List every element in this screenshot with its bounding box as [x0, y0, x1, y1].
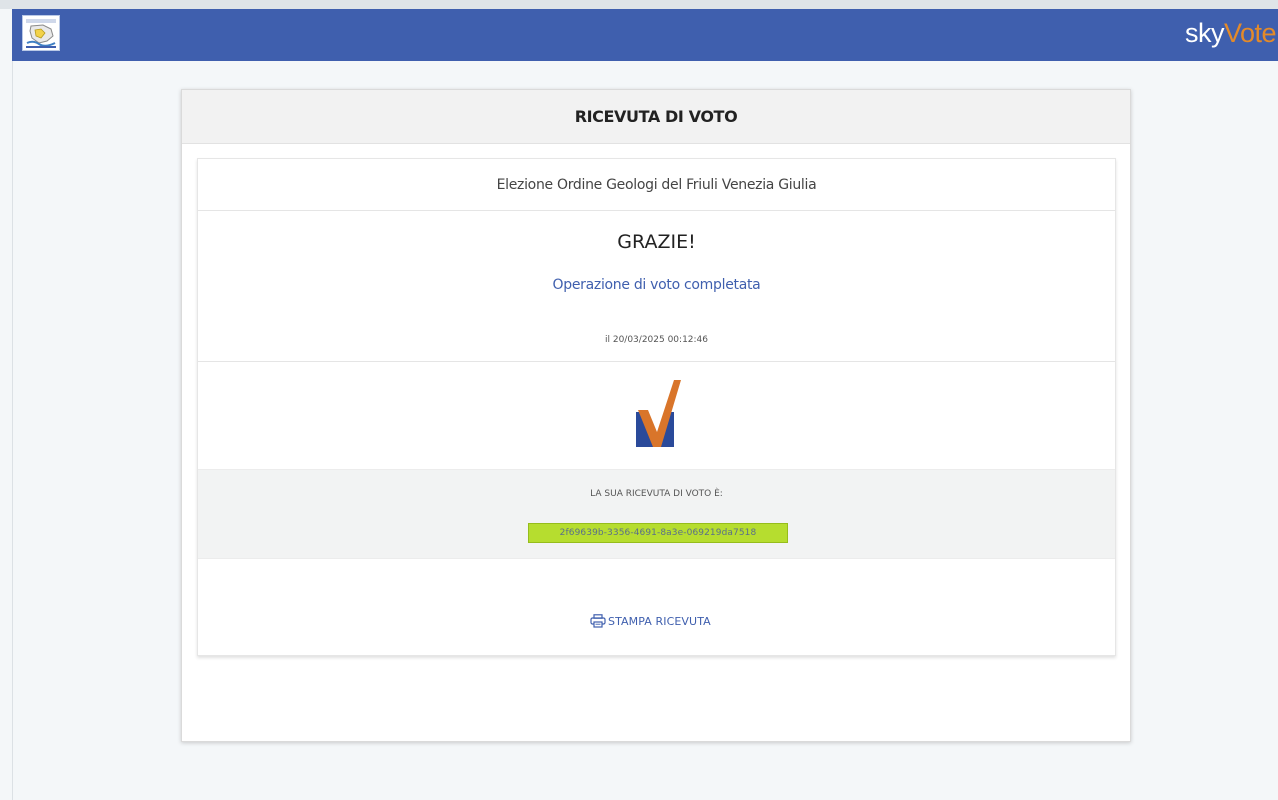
vote-check-icon [636, 380, 681, 447]
receipt-body: Elezione Ordine Geologi del Friuli Venez… [197, 158, 1116, 656]
election-section: Elezione Ordine Geologi del Friuli Venez… [198, 159, 1115, 211]
receipt-code-value[interactable]: 2f69639b-3356-4691-8a3e-069219da7518 [560, 528, 757, 538]
receipt-code-box[interactable]: 2f69639b-3356-4691-8a3e-069219da7518 [528, 523, 788, 543]
brand-accent: Vote [1223, 18, 1277, 48]
page-title: RICEVUTA DI VOTO [574, 107, 738, 126]
skyvote-brand: skyVote [1184, 18, 1277, 48]
receipt-code-label: LA SUA RICEVUTA DI VOTO È: [590, 489, 723, 499]
page-background: skyVote RICEVUTA DI VOTO Elezione Ordine… [0, 0, 1278, 800]
order-logo [22, 15, 60, 51]
election-name: Elezione Ordine Geologi del Friuli Venez… [496, 176, 817, 193]
vote-timestamp: il 20/03/2025 00:12:46 [604, 335, 709, 345]
brand-prefix: sky [1184, 18, 1225, 48]
top-navbar: skyVote [12, 9, 1278, 61]
receipt-card: RICEVUTA DI VOTO Elezione Ordine Geologi… [181, 89, 1131, 742]
print-receipt-label[interactable]: STAMPA RICEVUTA [608, 615, 711, 628]
vote-mark-section [198, 362, 1115, 469]
printer-icon [590, 614, 606, 628]
thanks-heading: GRAZIE! [617, 231, 696, 253]
receipt-code-section: LA SUA RICEVUTA DI VOTO È: 2f69639b-3356… [198, 469, 1115, 559]
print-receipt-button[interactable]: STAMPA RICEVUTA [590, 614, 711, 628]
vote-completed-message: Operazione di voto completata [552, 277, 761, 293]
thanks-section: GRAZIE! Operazione di voto completata il… [198, 211, 1115, 362]
receipt-header: RICEVUTA DI VOTO [182, 90, 1130, 144]
left-edge [0, 60, 13, 800]
region-map-icon [24, 17, 58, 49]
window-top-strip [0, 0, 1278, 9]
print-section: STAMPA RICEVUTA [198, 559, 1115, 658]
